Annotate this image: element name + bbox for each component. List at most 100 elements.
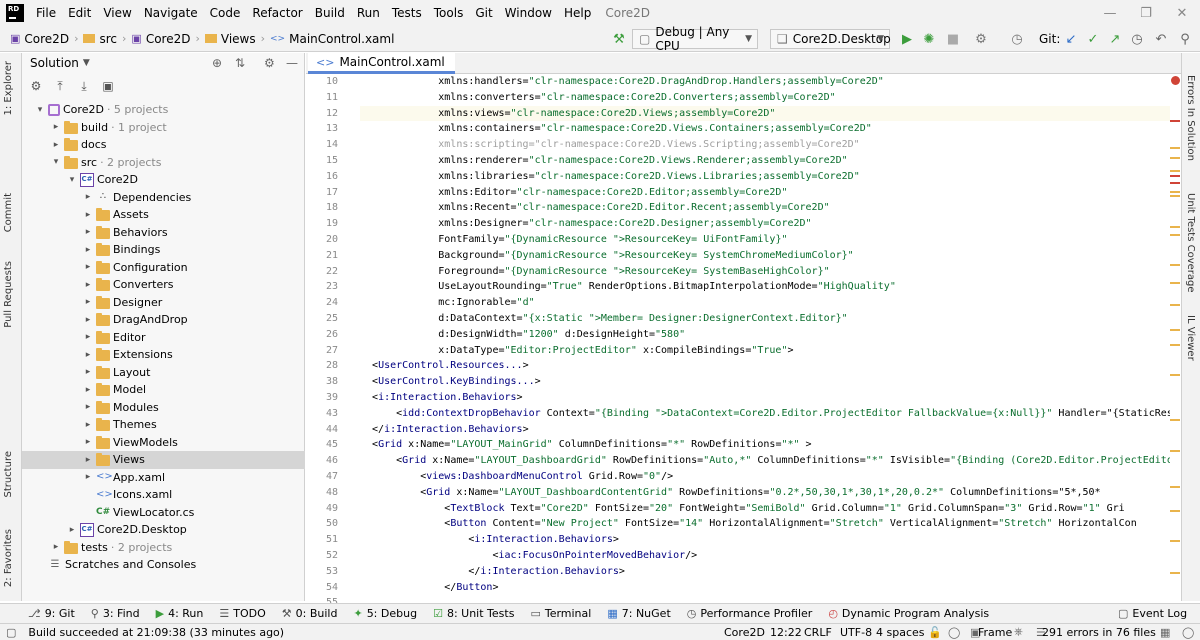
rider-logo-icon[interactable]: RD (6, 4, 24, 22)
show-files-icon[interactable]: ⚙ (26, 77, 46, 95)
error-stripe-mark[interactable] (1170, 419, 1180, 421)
code-line[interactable]: <i:Interaction.Behaviors> (360, 532, 619, 548)
error-stripe-mark[interactable] (1170, 147, 1180, 149)
il-viewer-tool-tab[interactable]: IL Viewer (1185, 315, 1196, 361)
tool-window-run[interactable]: ▶ 4: Run (148, 607, 212, 620)
code-line[interactable]: UseLayoutRounding="True" RenderOptions.B… (360, 279, 896, 295)
chevron-right-icon[interactable]: ▸ (50, 140, 62, 150)
tree-item[interactable]: C# ViewLocator.cs (22, 504, 305, 522)
menu-tests[interactable]: Tests (386, 0, 428, 26)
minimize-icon[interactable]: — (1092, 0, 1128, 26)
tree-item[interactable]: ▸ Extensions (22, 346, 305, 364)
git-update-icon[interactable]: ↙ (1062, 30, 1080, 48)
locate-icon[interactable]: ⊕ (212, 56, 222, 70)
error-stripe-mark[interactable] (1170, 170, 1180, 172)
tool-window-debug[interactable]: ✦ 5: Debug (345, 607, 425, 620)
search-icon[interactable]: ⚲ (1176, 30, 1194, 48)
tree-item[interactable]: ▸ DragAndDrop (22, 311, 305, 329)
stop-icon[interactable]: ■ (944, 30, 962, 48)
event-log-button[interactable]: ▢ Event Log (1110, 607, 1195, 620)
chevron-down-icon[interactable]: ▾ (66, 175, 78, 185)
code-line[interactable]: xmlns:Designer="clr-namespace:Core2D.Des… (360, 216, 811, 232)
menu-run[interactable]: Run (351, 0, 386, 26)
chevron-right-icon[interactable]: ▸ (82, 437, 94, 447)
menu-file[interactable]: File (30, 0, 62, 26)
tree-item[interactable]: ▸ Modules (22, 399, 305, 417)
error-stripe-mark[interactable] (1170, 191, 1180, 193)
gear-icon[interactable]: ⚙ (264, 56, 275, 70)
status-project[interactable]: Core2D (718, 626, 771, 639)
chevron-right-icon[interactable]: ▸ (50, 122, 62, 132)
code-line[interactable]: <Grid x:Name="LAYOUT_DashboardContentGri… (360, 485, 1100, 501)
collapse-all-icon[interactable]: ⇅ (235, 56, 245, 70)
menu-code[interactable]: Code (204, 0, 247, 26)
inspection-icon[interactable]: ◯ (942, 626, 966, 639)
chevron-right-icon[interactable]: ▸ (82, 402, 94, 412)
structure-tool-tab[interactable]: Structure (3, 451, 14, 498)
status-line-ending[interactable]: CRLF (798, 626, 838, 639)
run-icon[interactable]: ▶ (898, 30, 916, 48)
menu-help[interactable]: Help (558, 0, 597, 26)
code-line[interactable]: mc:Ignorable="d" (360, 295, 534, 311)
tree-item[interactable]: ▸ ViewModels (22, 434, 305, 452)
menu-view[interactable]: View (97, 0, 137, 26)
menu-tools[interactable]: Tools (428, 0, 470, 26)
menu-git[interactable]: Git (469, 0, 498, 26)
breadcrumb-item[interactable]: <> MainControl.xaml (266, 26, 398, 52)
tool-window-todo[interactable]: ☰ TODO (211, 607, 273, 620)
chevron-right-icon[interactable]: ▸ (82, 262, 94, 272)
breadcrumb-item[interactable]: Views (201, 26, 260, 52)
error-stripe-mark[interactable] (1170, 182, 1180, 184)
error-stripe-mark[interactable] (1170, 540, 1180, 542)
run-configuration-select[interactable]: ❑ Core2D.Desktop ▼ (770, 29, 891, 49)
memory-icon[interactable]: ▦ (1154, 626, 1176, 639)
git-history-icon[interactable]: ◷ (1128, 30, 1146, 48)
sync-down-icon[interactable]: ⤓ (74, 77, 94, 95)
menu-refactor[interactable]: Refactor (246, 0, 308, 26)
code-line[interactable]: x:DataType="Editor:ProjectEditor" x:Comp… (360, 343, 793, 359)
chevron-right-icon[interactable]: ▸ (82, 245, 94, 255)
chevron-right-icon[interactable]: ▸ (82, 385, 94, 395)
tool-window-terminal[interactable]: ▭ Terminal (522, 607, 599, 620)
breadcrumb-item[interactable]: ▣ Core2D (6, 26, 73, 52)
error-stripe-mark[interactable] (1170, 450, 1180, 452)
status-errors[interactable]: 291 errors in 76 files (1036, 626, 1162, 639)
code-line[interactable]: <iac:FocusOnPointerMovedBehavior/> (360, 548, 697, 564)
tool-window-dpa[interactable]: ◴ Dynamic Program Analysis (820, 607, 997, 620)
code-line[interactable]: </i:Interaction.Behaviors> (360, 564, 625, 580)
code-line[interactable]: <TextBlock Text="Core2D" FontSize="20" F… (360, 501, 1124, 517)
error-stripe-mark[interactable] (1170, 510, 1180, 512)
tree-item[interactable]: ▾ C# Core2D (22, 171, 305, 189)
tree-item[interactable]: <> Icons.xaml (22, 486, 305, 504)
code-line[interactable]: xmlns:renderer="clr-namespace:Core2D.Vie… (360, 153, 847, 169)
profiler-icon[interactable]: ◷ (1008, 30, 1026, 48)
code-line[interactable]: Foreground="{DynamicResource ">ResourceK… (360, 264, 829, 280)
chevron-right-icon[interactable]: ▸ (82, 367, 94, 377)
chevron-right-icon[interactable]: ▸ (82, 455, 94, 465)
tool-window-git[interactable]: ⎇ 9: Git (20, 607, 83, 620)
code-line[interactable]: <Button Content="New Project" FontSize="… (360, 516, 1136, 532)
code-line[interactable]: d:DesignWidth="1200" d:DesignHeight="580… (360, 327, 685, 343)
chevron-down-icon[interactable]: ▾ (34, 105, 46, 115)
tree-item[interactable]: ▸ <> App.xaml (22, 469, 305, 487)
chevron-right-icon[interactable]: ▸ (82, 350, 94, 360)
tree-item[interactable]: ▸ docs (22, 136, 305, 154)
error-stripe-mark[interactable] (1170, 157, 1180, 159)
chevron-right-icon[interactable]: ▸ (50, 542, 62, 552)
error-stripe-mark[interactable] (1170, 486, 1180, 488)
tool-window-profiler[interactable]: ◷ Performance Profiler (679, 607, 821, 620)
error-stripe-mark[interactable] (1170, 282, 1180, 284)
menu-window[interactable]: Window (499, 0, 558, 26)
commit-tool-tab[interactable]: Commit (3, 193, 14, 232)
close-icon[interactable]: ✕ (1164, 0, 1200, 26)
configuration-select[interactable]: ▢ Debug | Any CPU ▼ (632, 25, 758, 53)
tree-item[interactable]: ▾ src · 2 projects (22, 154, 305, 172)
code-line[interactable]: </i:Interaction.Behaviors> (360, 422, 529, 438)
chevron-right-icon[interactable]: ▸ (82, 420, 94, 430)
tool-window-nuget[interactable]: ▦ 7: NuGet (599, 607, 678, 620)
errors-in-solution-tool-tab[interactable]: Errors In Solution (1185, 75, 1196, 161)
tree-item[interactable]: ▸ Layout (22, 364, 305, 382)
status-message[interactable]: Build succeeded at 21:09:38 (33 minutes … (22, 626, 290, 639)
code-line[interactable]: <UserControl.Resources...> (360, 358, 529, 374)
tree-item[interactable]: ▸ Model (22, 381, 305, 399)
